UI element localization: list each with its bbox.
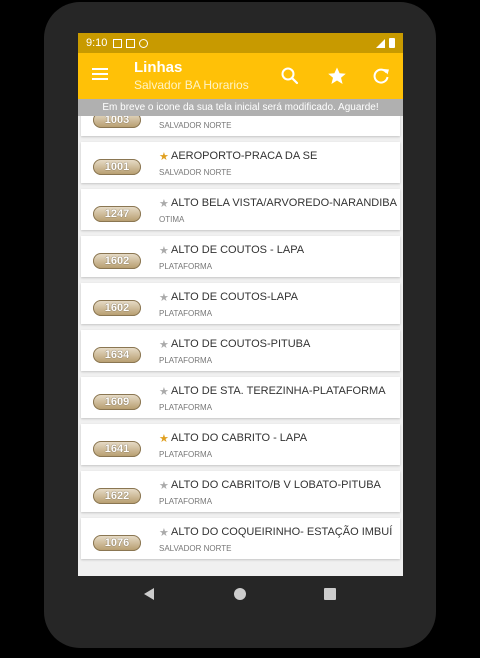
- line-region: PLATAFORMA: [159, 450, 213, 459]
- star-icon[interactable]: [325, 64, 349, 88]
- list-item[interactable]: 1602 ★ ALTO DE COUTOS - LAPA PLATAFORMA: [81, 236, 400, 277]
- line-name: ALTO DE COUTOS-LAPA: [171, 291, 298, 303]
- favorite-star-icon[interactable]: ★: [159, 197, 169, 210]
- line-region: PLATAFORMA: [159, 309, 213, 318]
- recents-icon[interactable]: [324, 588, 336, 600]
- line-region: SALVADOR NORTE: [159, 544, 232, 553]
- app-subtitle: Salvador BA Horarios: [134, 78, 249, 92]
- line-region: PLATAFORMA: [159, 403, 213, 412]
- search-icon[interactable]: [278, 64, 302, 88]
- list-item[interactable]: 1602 ★ ALTO DE COUTOS-LAPA PLATAFORMA: [81, 283, 400, 324]
- line-code-badge: 1003: [93, 116, 141, 128]
- list-item[interactable]: 1609 ★ ALTO DE STA. TEREZINHA-PLATAFORMA PL…: [81, 377, 400, 418]
- list-item[interactable]: 1001 ★ AEROPORTO-PRACA DA SE SALVADOR NORTE: [81, 142, 400, 183]
- line-name: ALTO DO CABRITO/B V LOBATO-PITUBA: [171, 479, 381, 491]
- line-code-badge: 1641: [93, 441, 141, 457]
- status-time: 9:10: [86, 37, 108, 49]
- list-item[interactable]: 1622 ★ ALTO DO CABRITO/B V LOBATO-PITUBA PL…: [81, 471, 400, 512]
- lines-list[interactable]: 1003★AEROPORTO-LAPASALVADOR NORTE1001★AE…: [78, 116, 403, 576]
- line-name: ALTO DO COQUEIRINHO- ESTAÇÃO IMBUÍ: [171, 526, 393, 538]
- battery-icon: [389, 38, 395, 48]
- list-item[interactable]: 1076 ★ ALTO DO COQUEIRINHO- ESTAÇÃO IMBUÍ S…: [81, 518, 400, 559]
- line-region: PLATAFORMA: [159, 262, 213, 271]
- line-region: SALVADOR NORTE: [159, 168, 232, 177]
- line-code-badge: 1634: [93, 347, 141, 363]
- list-item[interactable]: 1641 ★ ALTO DO CABRITO - LAPA PLATAFORMA: [81, 424, 400, 465]
- android-nav-bar: [78, 576, 403, 612]
- line-code-badge: 1076: [93, 535, 141, 551]
- line-region: PLATAFORMA: [159, 497, 213, 506]
- line-region: PLATAFORMA: [159, 356, 213, 365]
- back-icon[interactable]: [144, 588, 154, 600]
- sync-notification-icon: [139, 38, 149, 48]
- list-item[interactable]: 1634 ★ ALTO DE COUTOS-PITUBA PLATAFORMA: [81, 330, 400, 371]
- line-code-badge: 1602: [93, 300, 141, 316]
- favorite-star-icon[interactable]: ★: [159, 291, 169, 304]
- favorite-star-icon[interactable]: ★: [159, 479, 169, 492]
- app-bar: Linhas Salvador BA Horarios: [78, 53, 403, 99]
- line-name: ALTO DE COUTOS - LAPA: [171, 244, 305, 256]
- line-code-badge: 1602: [93, 253, 141, 269]
- line-name: ALTO BELA VISTA/ARVOREDO-NARANDIBA: [171, 197, 397, 209]
- list-item[interactable]: 1003★AEROPORTO-LAPASALVADOR NORTE: [81, 116, 400, 136]
- line-code-badge: 1247: [93, 206, 141, 222]
- refresh-icon[interactable]: [369, 64, 393, 88]
- list-item[interactable]: 1247 ★ ALTO BELA VISTA/ARVOREDO-NARANDIBA O…: [81, 189, 400, 230]
- app-screen: 9:10 Linhas Salvador BA Horarios Em brev…: [78, 33, 403, 576]
- favorite-star-icon[interactable]: ★: [159, 385, 169, 398]
- status-bar: 9:10: [78, 33, 403, 53]
- line-name: ALTO DE COUTOS-PITUBA: [171, 338, 311, 350]
- menu-icon[interactable]: [92, 68, 108, 80]
- favorite-star-icon[interactable]: ★: [159, 432, 169, 445]
- play-notification-icon: [126, 38, 136, 48]
- favorite-star-icon[interactable]: ★: [159, 338, 169, 351]
- line-code-badge: 1001: [93, 159, 141, 175]
- favorite-star-icon[interactable]: ★: [159, 526, 169, 539]
- favorite-star-icon[interactable]: ★: [159, 244, 169, 257]
- home-icon[interactable]: [234, 588, 246, 600]
- app-title: Linhas: [134, 59, 183, 76]
- photo-notification-icon: [113, 38, 123, 48]
- info-banner: Em breve o icone da sua tela inicial ser…: [78, 99, 403, 116]
- line-region: SALVADOR NORTE: [159, 121, 232, 130]
- line-name: AEROPORTO-PRACA DA SE: [171, 150, 318, 162]
- favorite-star-icon[interactable]: ★: [159, 150, 169, 163]
- line-region: OTIMA: [159, 215, 185, 224]
- line-name: ALTO DE STA. TEREZINHA-PLATAFORMA: [171, 385, 386, 397]
- line-code-badge: 1609: [93, 394, 141, 410]
- line-code-badge: 1622: [93, 488, 141, 504]
- line-name: ALTO DO CABRITO - LAPA: [171, 432, 308, 444]
- signal-icon: [376, 38, 385, 48]
